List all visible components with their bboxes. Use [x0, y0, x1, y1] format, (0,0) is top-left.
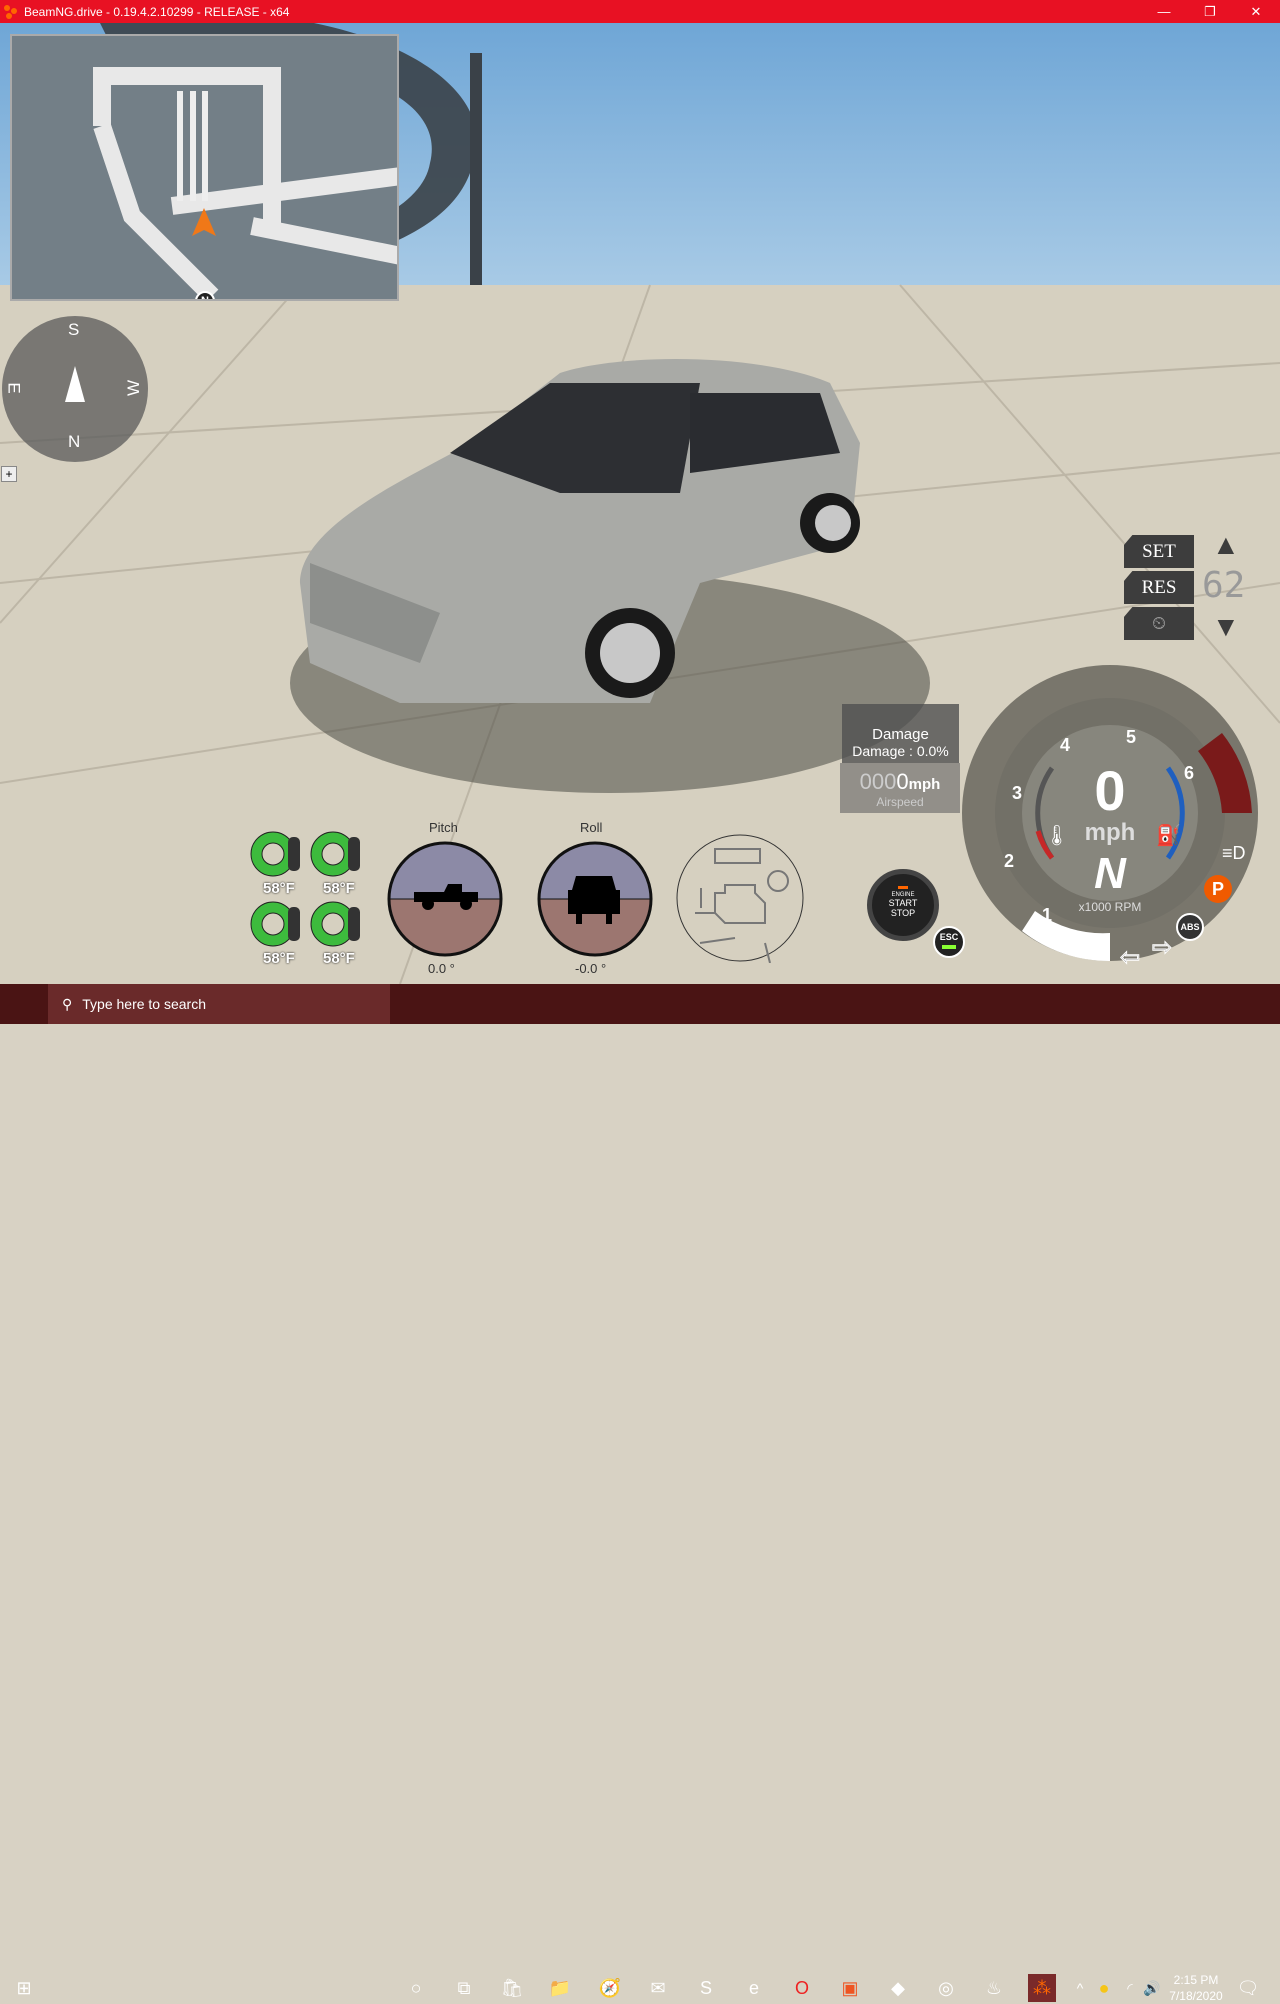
minimize-button[interactable]: —	[1141, 0, 1187, 23]
cruise-set-button[interactable]: SET	[1124, 535, 1194, 568]
damage-value: Damage : 0.0%	[852, 743, 949, 759]
media-player-icon[interactable]: ◎	[932, 1974, 960, 2002]
task-view-icon[interactable]: ⧉	[450, 1974, 478, 2002]
brake-temp-fr: 58°F	[323, 880, 355, 897]
compass-needle-icon	[65, 366, 85, 402]
roll-attitude-icon	[537, 841, 653, 957]
cruise-down-button[interactable]: ▼	[1212, 611, 1240, 643]
airspeed-panel: 0000mph Airspeed	[840, 763, 960, 813]
turn-left-icon: ⇦	[1119, 944, 1141, 972]
cortana-icon[interactable]: ○	[402, 1974, 430, 2002]
taskbar-search[interactable]: ⚲ Type here to search	[48, 984, 390, 1024]
speedometer-icon: ⏲	[1151, 613, 1167, 633]
pitch-value: 0.0 °	[428, 961, 455, 976]
brake-temp-fl: 58°F	[263, 880, 295, 897]
clock-date: 7/18/2020	[1169, 1989, 1223, 2003]
airspeed-label: Airspeed	[876, 795, 924, 809]
airspeed-unit: mph	[908, 776, 941, 793]
headlight-icon: ≡D	[1222, 843, 1246, 863]
game-viewport[interactable]: N S N E W + SET RES ⏲ ▲ 62 ▼ Damage Dama…	[0, 23, 1280, 984]
app-icon[interactable]: ◆	[884, 1974, 912, 2002]
skype-icon[interactable]: S	[692, 1974, 720, 2002]
search-placeholder: Type here to search	[82, 996, 207, 1012]
pitch-title: Pitch	[429, 820, 458, 835]
rpm-tick: 4	[1060, 735, 1071, 755]
start-label: START	[888, 898, 918, 908]
office-icon[interactable]: ▣	[836, 1974, 864, 2002]
roll-value: -0.0 °	[575, 961, 607, 976]
fuel-icon: ⛽	[1156, 825, 1181, 847]
parking-brake-indicator: P	[1204, 875, 1232, 903]
title-bar: BeamNG.drive - 0.19.4.2.10299 - RELEASE …	[0, 0, 1280, 23]
damage-panel: Damage Damage : 0.0%	[842, 704, 959, 763]
taskbar-clock[interactable]: 2:15 PM 7/18/2020	[1166, 1972, 1226, 2004]
clock-time: 2:15 PM	[1173, 1973, 1219, 1987]
dashboard-gauge: 1 2 3 4 5 6 0 mph N x1000 RPM 🌡 ⛽ ≡D P A…	[960, 663, 1260, 972]
volume-icon[interactable]: 🔊	[1138, 1974, 1166, 2002]
cruise-speed: 62	[1202, 565, 1246, 606]
damage-title: Damage	[872, 726, 929, 743]
notifications-icon[interactable]: 🗨	[1234, 1974, 1262, 2002]
start-windows-icon[interactable]: ⊞	[10, 1974, 38, 2002]
beamng-taskbar-icon[interactable]: ⁂	[1028, 1974, 1056, 2002]
search-icon: ⚲	[62, 995, 73, 1012]
roll-title: Roll	[580, 820, 603, 835]
esc-label: ESC	[939, 932, 959, 942]
restore-button[interactable]: ❐	[1187, 0, 1233, 23]
window-title: BeamNG.drive - 0.19.4.2.10299 - RELEASE …	[24, 4, 290, 19]
coolant-temp-icon: 🌡	[1044, 825, 1070, 847]
brake-temp-rr: 58°F	[323, 950, 355, 967]
turn-right-icon: ⇨	[1151, 934, 1173, 962]
opera-icon[interactable]: O	[788, 1974, 816, 2002]
store-icon[interactable]: 🛍	[498, 1974, 526, 2002]
airspeed-value: 0	[896, 769, 909, 794]
speed-value: 0	[1094, 759, 1126, 822]
esc-indicator: ESC	[933, 926, 965, 958]
rpm-tick: 5	[1126, 727, 1137, 747]
tray-clock-app-icon[interactable]: ●	[1090, 1974, 1118, 2002]
file-explorer-icon[interactable]: 📁	[546, 1974, 574, 2002]
beamng-logo-icon	[4, 4, 18, 19]
expand-button[interactable]: +	[1, 466, 17, 482]
minimap[interactable]: N	[10, 34, 399, 301]
compass: S N E W	[2, 316, 148, 462]
brake-temp-rl: 58°F	[263, 950, 295, 967]
abs-indicator: ABS	[1176, 913, 1204, 941]
taskbar: ⊞ ⚲ Type here to search ○ ⧉ 🛍 📁 🧭 ✉ S e …	[0, 984, 1280, 2003]
mail-icon[interactable]: ✉	[644, 1974, 672, 2002]
cruise-speedometer-button[interactable]: ⏲	[1124, 607, 1194, 640]
edge-icon[interactable]: e	[740, 1974, 768, 2002]
stop-label: STOP	[890, 908, 916, 918]
engine-start-stop-button[interactable]: ENGINE START STOP	[867, 869, 939, 941]
cruise-up-button[interactable]: ▲	[1212, 529, 1240, 561]
speed-unit: mph	[1084, 819, 1136, 846]
airspeed-leading-zeros: 000	[859, 769, 897, 794]
cruise-res-button[interactable]: RES	[1124, 571, 1194, 604]
close-button[interactable]: ✕	[1233, 0, 1279, 23]
engine-status-icons	[676, 834, 804, 963]
minimap-roads	[12, 36, 397, 299]
steam-icon[interactable]: ♨	[980, 1974, 1008, 2002]
safari-icon[interactable]: 🧭	[596, 1974, 624, 2002]
pitch-attitude-icon	[387, 841, 503, 957]
